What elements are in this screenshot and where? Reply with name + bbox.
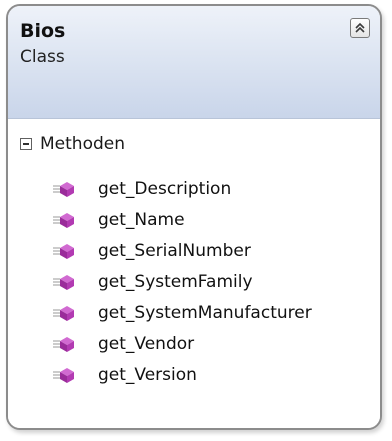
method-item[interactable]: get_SystemFamily bbox=[52, 266, 312, 297]
class-kind: Class bbox=[20, 47, 65, 67]
section-methods-header[interactable]: Methoden bbox=[20, 133, 125, 155]
method-icon bbox=[53, 305, 74, 321]
method-item[interactable]: get_Vendor bbox=[52, 328, 312, 359]
method-list: get_Description get_Name get_SerialNumbe… bbox=[52, 173, 312, 390]
method-icon bbox=[53, 367, 74, 383]
method-label: get_Vendor bbox=[98, 333, 195, 354]
method-icon bbox=[53, 274, 74, 290]
method-item[interactable]: get_Version bbox=[52, 359, 312, 390]
section-label: Methoden bbox=[40, 134, 125, 154]
class-shape[interactable]: Bios Class Methoden get_Description get_… bbox=[6, 4, 382, 430]
collapse-minus-icon[interactable] bbox=[20, 138, 32, 150]
class-header[interactable]: Bios Class bbox=[8, 6, 380, 119]
class-name: Bios bbox=[20, 20, 66, 42]
method-item[interactable]: get_SerialNumber bbox=[52, 235, 312, 266]
method-label: get_Description bbox=[98, 178, 232, 199]
method-icon bbox=[53, 212, 74, 228]
method-label: get_SerialNumber bbox=[98, 240, 251, 261]
method-icon bbox=[53, 336, 74, 352]
double-chevron-up-icon bbox=[355, 22, 365, 33]
method-item[interactable]: get_Name bbox=[52, 204, 312, 235]
method-item[interactable]: get_SystemManufacturer bbox=[52, 297, 312, 328]
class-body: Methoden get_Description get_Name get_Se… bbox=[8, 119, 380, 428]
method-item[interactable]: get_Description bbox=[52, 173, 312, 204]
method-label: get_Version bbox=[98, 364, 197, 385]
method-label: get_SystemManufacturer bbox=[98, 302, 312, 323]
method-icon bbox=[53, 181, 74, 197]
method-icon bbox=[53, 243, 74, 259]
method-label: get_Name bbox=[98, 209, 185, 230]
collapse-button[interactable] bbox=[350, 18, 370, 38]
method-label: get_SystemFamily bbox=[98, 271, 253, 292]
